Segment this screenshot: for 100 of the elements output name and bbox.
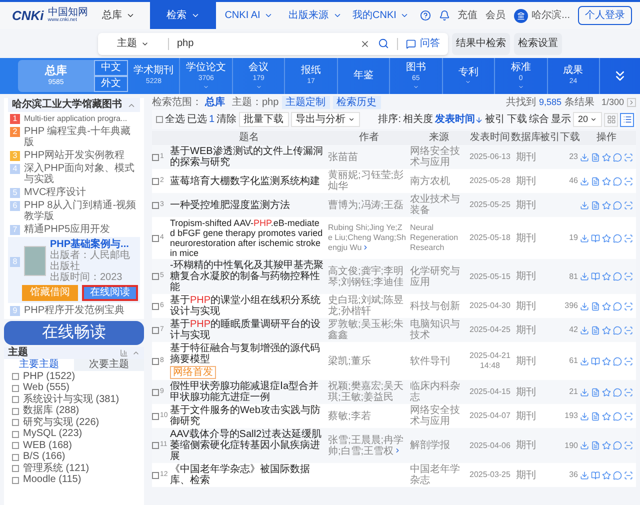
nav-tab[interactable]: 出版来源 [282,2,348,29]
subject-label[interactable]: Web (555) [23,383,70,394]
sort-option[interactable]: 被引 [484,112,505,127]
document-icon[interactable] [591,176,600,186]
checkbox[interactable] [152,302,159,310]
document-icon[interactable] [591,388,600,396]
checkbox[interactable] [152,154,159,160]
speech-bubble-icon[interactable] [613,176,622,186]
source-link[interactable]: 临床内科杂志 [410,381,468,403]
checkbox[interactable] [12,373,19,380]
download-icon[interactable] [580,388,589,396]
document-icon[interactable] [591,326,600,334]
source-link[interactable]: 化学研究与应用 [410,266,468,288]
sort-option[interactable]: 综合 [528,112,549,127]
book-icon[interactable] [591,272,600,281]
article-title-link[interactable]: 基于PHP的课堂小组在线积分系统设计与实现 [170,295,324,317]
download-icon[interactable] [580,272,589,281]
scan-icon[interactable] [624,234,633,242]
checkbox[interactable] [152,472,159,478]
subject-label[interactable]: 研究与实现 (226) [23,418,100,428]
source-link[interactable]: 农业技术与装备 [410,194,468,216]
article-title-link[interactable]: -环糊精的中性氧化及其羧甲基壳聚糖复合水凝胶的制备与药物控释性能 [170,260,324,293]
star-icon[interactable] [602,302,611,310]
chart-icon[interactable] [120,349,128,357]
source-link[interactable]: 电脑知识与技术 [410,319,468,341]
book-icon[interactable] [591,470,600,480]
star-icon[interactable] [602,441,611,450]
search-option-button[interactable]: 检索设置 [514,32,562,54]
speech-bubble-icon[interactable] [613,200,622,210]
more-authors-icon[interactable] [362,244,369,252]
subject-label[interactable]: B/S (166) [23,452,66,462]
nav-tab[interactable]: 检索 [150,2,216,29]
speech-bubble-icon[interactable] [613,152,622,162]
speech-bubble-icon[interactable] [613,388,622,396]
document-icon[interactable] [591,302,600,310]
book-link[interactable]: PHP网站开发实例教程 [24,150,125,161]
checkbox[interactable] [152,358,159,364]
download-icon[interactable] [580,302,589,310]
book-link[interactable]: MVC程序设计 [24,187,86,198]
article-title-link[interactable]: 蓝莓培育大棚数字化监测系统构建 [170,176,320,186]
book-action-button[interactable]: 在线阅读 [82,285,138,301]
star-icon[interactable] [602,356,611,366]
select-all-label[interactable]: 全选 [165,112,185,127]
scan-icon[interactable] [624,326,633,334]
article-title-link[interactable]: 基于PHP的睡眠质量调研平台的设计与实现 [170,319,324,341]
star-icon[interactable] [602,388,611,396]
source-link[interactable]: 解剖学报 [410,440,468,451]
tag-button[interactable]: 主题定制 [282,96,330,109]
scan-icon[interactable] [624,272,633,281]
book-link[interactable]: 精通PHP5应用开发 [24,224,110,235]
speech-bubble-icon[interactable] [613,470,622,480]
checkbox[interactable] [12,396,19,404]
checkbox[interactable] [12,408,19,415]
download-icon[interactable] [580,234,589,242]
scan-icon[interactable] [624,412,633,420]
source-link[interactable]: 南方农机 [410,176,468,186]
subject-label[interactable]: MySQL (223) [23,429,82,440]
star-icon[interactable] [602,470,611,480]
download-icon[interactable] [580,200,589,210]
sort-option[interactable]: 相关度 [402,112,433,127]
source-link[interactable]: 网络安全技术与应用 [410,405,468,427]
download-icon[interactable] [580,470,589,480]
article-title-link[interactable]: 假性甲状旁腺功能减退症Ⅰa型合并甲状腺功能亢进症一例 [170,381,324,403]
checkbox[interactable] [12,476,19,484]
scan-icon[interactable] [624,470,633,480]
article-title-link[interactable]: 《中国老年学杂志》被国际数据库、检索 [170,464,324,486]
checkbox[interactable] [12,465,19,472]
category-tab[interactable]: 年鉴 [338,58,390,94]
search-field[interactable]: 主题 php 问答 [98,32,448,54]
bell-icon[interactable] [438,10,450,21]
next-page-icon[interactable] [627,98,636,107]
source-link[interactable]: 中国老年学杂志 [410,464,468,486]
book-icon[interactable] [591,356,600,366]
scan-icon[interactable] [624,441,633,450]
scan-icon[interactable] [624,176,633,186]
source-link[interactable]: Neural Regeneration Research [410,223,468,253]
speech-bubble-icon[interactable] [613,412,622,420]
book-link[interactable]: PHP 编程宝典-十年典藏版 [24,126,138,148]
speech-bubble-icon[interactable] [613,356,622,366]
checkbox[interactable] [152,442,159,449]
sort-option[interactable]: 下载 [506,112,527,127]
star-icon[interactable] [602,234,611,242]
download-icon[interactable] [580,356,589,366]
page-size-dropdown[interactable]: 20 [572,112,602,128]
login-button[interactable]: 个人登录 [578,6,632,25]
checkbox[interactable] [12,384,19,392]
subject-label[interactable]: Moodle (115) [23,475,82,486]
checkbox[interactable] [152,178,159,184]
star-icon[interactable] [602,326,611,334]
article-title-link[interactable]: AAV载体介导的Sall2过表达延缓肌萎缩侧索硬化症转基因小鼠疾病进展 [170,429,324,462]
download-icon[interactable] [580,326,589,334]
star-icon[interactable] [602,412,611,420]
checkbox[interactable] [152,234,159,242]
checkbox[interactable] [152,412,159,420]
download-icon[interactable] [580,152,589,162]
scan-icon[interactable] [624,152,633,162]
toolbar-button[interactable]: 导出与分析 [290,112,360,127]
subject-label[interactable]: 系统设计与实现 (381) [23,394,120,405]
subject-label[interactable]: 数据库 (288) [23,406,80,416]
book-icon[interactable] [591,234,600,242]
